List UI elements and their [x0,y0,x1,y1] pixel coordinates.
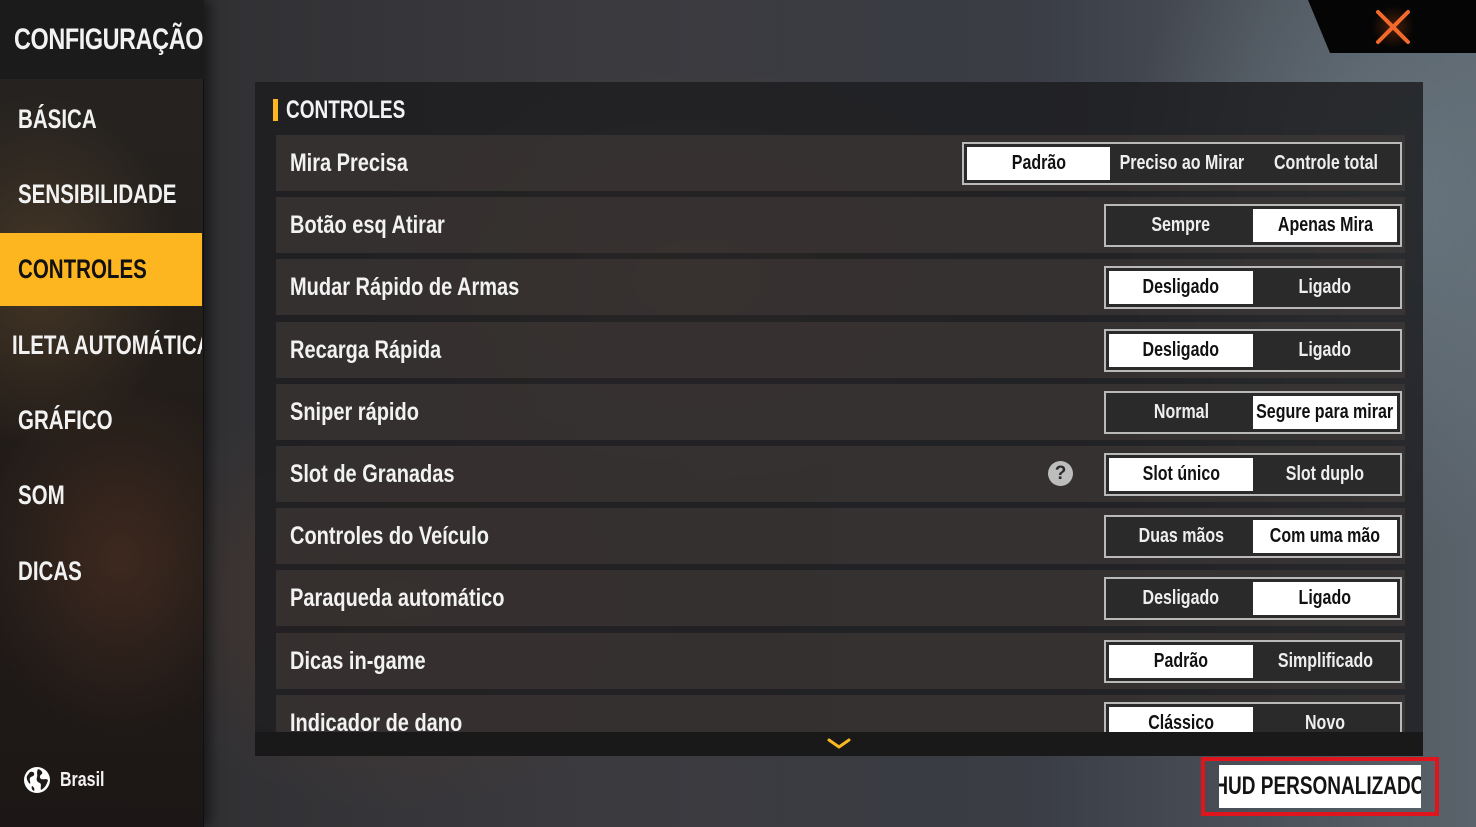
toggle-option-label: Slot duplo [1285,463,1365,485]
setting-row: Slot de Granadas? Slot único Slot duplo [276,446,1405,502]
toggle-option[interactable]: Ligado [1253,334,1397,367]
sidebar-item-basica[interactable]: BÁSICA [0,83,202,156]
toggle-option-label: Desligado [1142,587,1220,609]
segmented-toggle: Duas mãos Com uma mão [1104,515,1402,558]
setting-row: Indicador de dano Clássico Novo [276,695,1405,732]
toggle-option-label: Clássico [1148,712,1214,732]
section-title: CONTROLES [286,95,406,124]
scroll-indicator [255,732,1423,756]
sidebar-item-coleta-automatica[interactable]: ILETA AUTOMÁTICA [0,309,202,382]
toggle-option-label: Novo [1305,712,1345,732]
segmented-toggle: Desligado Ligado [1104,577,1402,620]
toggle-option[interactable]: Duas mãos [1109,520,1253,553]
segmented-toggle: Slot único Slot duplo [1104,453,1402,496]
toggle-option-label: Preciso ao Mirar [1119,152,1245,174]
segmented-toggle: Clássico Novo [1104,702,1402,732]
sidebar-item-sensibilidade[interactable]: SENSIBILIDADE [0,158,202,231]
sidebar: CONFIGURAÇÃO BÁSICA SENSIBILIDADE CONTRO… [0,0,204,827]
toggle-option[interactable]: Slot único [1109,458,1253,491]
toggle-option-label: Segure para mirar [1256,401,1394,423]
sidebar-item-som[interactable]: SOM [0,459,202,532]
toggle-option[interactable]: Apenas Mira [1253,209,1397,242]
setting-row: Controles do Veículo Duas mãos Com uma mão [276,508,1405,564]
setting-label: Mudar Rápido de Armas [290,272,520,301]
chevron-down-icon[interactable] [826,737,852,751]
sidebar-item-dicas[interactable]: DICAS [0,535,202,608]
setting-row: Recarga Rápida Desligado Ligado [276,322,1405,378]
sidebar-title: CONFIGURAÇÃO [0,0,204,79]
segmented-toggle: Desligado Ligado [1104,266,1402,309]
close-icon [1376,10,1410,44]
setting-label: Controles do Veículo [290,521,489,550]
sidebar-item-controles[interactable]: CONTROLES [0,233,202,306]
toggle-option[interactable]: Controle total [1254,147,1397,180]
toggle-option[interactable]: Sempre [1109,209,1253,242]
toggle-option-label: Slot único [1142,463,1220,485]
toggle-option[interactable]: Simplificado [1253,645,1397,678]
toggle-option[interactable]: Segure para mirar [1253,396,1397,429]
section-accent-bar [273,99,278,121]
toggle-option[interactable]: Desligado [1109,582,1253,615]
help-icon[interactable]: ? [1048,461,1073,486]
toggle-option[interactable]: Ligado [1253,582,1397,615]
segmented-toggle: Padrão Simplificado [1104,640,1402,683]
setting-row: Dicas in-game Padrão Simplificado [276,633,1405,689]
setting-row: Mira Precisa Padrão Preciso ao Mirar Contro… [276,135,1405,191]
sidebar-item-grafico[interactable]: GRÁFICO [0,384,202,457]
toggle-option[interactable]: Padrão [967,147,1110,180]
toggle-option-label: Com uma mão [1269,525,1381,547]
region-label: Brasil [60,768,105,791]
toggle-option[interactable]: Normal [1109,396,1253,429]
toggle-option-label: Duas mãos [1138,525,1224,547]
toggle-option[interactable]: Desligado [1109,271,1253,304]
region-selector[interactable]: Brasil [22,764,116,796]
toggle-option-label: Simplificado [1277,650,1373,672]
settings-list[interactable]: Mira Precisa Padrão Preciso ao Mirar Contro… [276,135,1405,732]
toggle-option-label: Ligado [1298,587,1352,609]
toggle-option[interactable]: Padrão [1109,645,1253,678]
segmented-toggle: Normal Segure para mirar [1104,391,1402,434]
segmented-toggle: Sempre Apenas Mira [1104,204,1402,247]
setting-row: Sniper rápido Normal Segure para mirar [276,384,1405,440]
toggle-option-label: Ligado [1298,339,1352,361]
segmented-toggle: Padrão Preciso ao Mirar Controle total [962,142,1402,185]
toggle-option-label: Padrão [1153,650,1209,672]
toggle-option-label: Padrão [1011,152,1066,174]
toggle-option[interactable]: Clássico [1109,707,1253,732]
toggle-option[interactable]: Slot duplo [1253,458,1397,491]
hud-highlight-box: HUD PERSONALIZADO [1201,757,1439,816]
setting-row: Paraqueda automático Desligado Ligado [276,570,1405,626]
toggle-option-label: Apenas Mira [1277,214,1373,236]
setting-label: Botão esq Atirar [290,210,445,239]
toggle-option-label: Sempre [1151,214,1211,236]
toggle-option-label: Controle total [1273,152,1378,174]
setting-row: Mudar Rápido de Armas Desligado Ligado [276,259,1405,315]
toggle-option[interactable]: Ligado [1253,271,1397,304]
close-button[interactable] [1370,4,1416,50]
controls-panel: CONTROLES Mira Precisa Padrão Preciso ao M… [255,82,1423,756]
setting-label: Dicas in-game [290,646,426,675]
segmented-toggle: Desligado Ligado [1104,329,1402,372]
toggle-option[interactable]: Com uma mão [1253,520,1397,553]
hud-personalizado-button[interactable]: HUD PERSONALIZADO [1219,765,1421,808]
setting-label: Indicador de dano [290,708,463,733]
setting-label: Mira Precisa [290,148,408,177]
setting-label: Slot de Granadas [290,459,455,488]
toggle-option-label: Normal [1153,401,1209,423]
setting-row: Botão esq Atirar Sempre Apenas Mira [276,197,1405,253]
panel-header: CONTROLES [273,96,443,124]
globe-icon [24,767,50,793]
toggle-option-label: Desligado [1142,276,1220,298]
toggle-option-label: Desligado [1142,339,1220,361]
setting-label: Recarga Rápida [290,335,442,364]
toggle-option[interactable]: Novo [1253,707,1397,732]
toggle-option-label: Ligado [1298,276,1352,298]
toggle-option[interactable]: Desligado [1109,334,1253,367]
toggle-option[interactable]: Preciso ao Mirar [1110,147,1254,180]
setting-label: Paraqueda automático [290,583,505,612]
setting-label: Sniper rápido [290,397,419,426]
